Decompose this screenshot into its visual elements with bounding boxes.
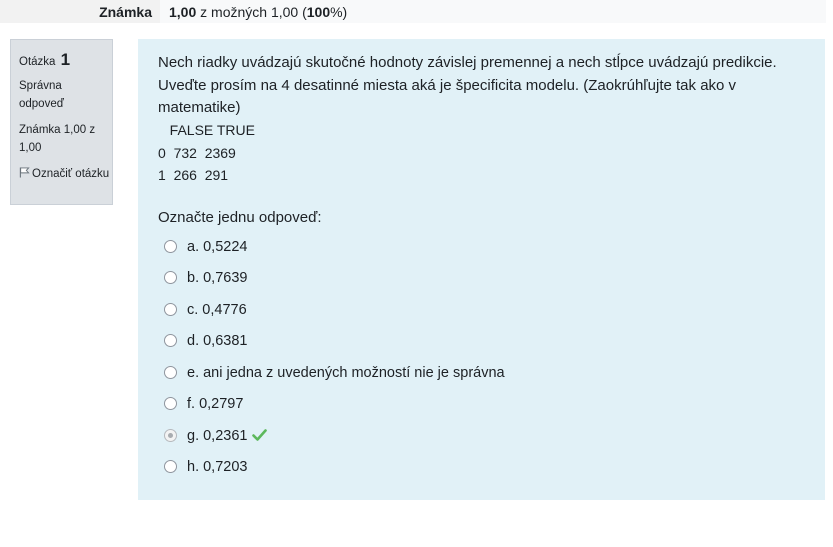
answer-option-label: d. 0,6381 bbox=[187, 333, 248, 349]
radio-button[interactable] bbox=[164, 334, 177, 347]
flag-question-link[interactable]: Označiť otázku bbox=[19, 165, 111, 183]
matrix-header-row: FALSE TRUE bbox=[158, 122, 255, 138]
grade-label: Známka bbox=[99, 4, 152, 20]
question-content: Nech riadky uvádzajú skutočné hodnoty zá… bbox=[138, 39, 825, 500]
grade-percent-suffix: %) bbox=[330, 4, 348, 20]
question-word: Otázka bbox=[19, 56, 56, 68]
flag-question-label: Označiť otázku bbox=[32, 168, 110, 180]
answer-prompt: Označte jednu odpoveď: bbox=[158, 209, 322, 226]
grade-score: 1,00 bbox=[169, 4, 197, 20]
radio-button[interactable] bbox=[164, 460, 177, 473]
radio-button[interactable] bbox=[164, 303, 177, 316]
grade-summary-row: Známka 1,00 z možných 1,00 (100%) bbox=[0, 0, 826, 23]
answer-option-label: a. 0,5224 bbox=[187, 239, 248, 255]
grade-label-cell: Známka bbox=[0, 0, 160, 23]
answer-option-label: h. 0,7203 bbox=[187, 459, 248, 475]
grade-max-text: z možných 1,00 ( bbox=[196, 4, 307, 20]
radio-button[interactable] bbox=[164, 240, 177, 253]
question-number: Otázka 1 bbox=[19, 50, 70, 70]
question-state: Správna odpoveď bbox=[19, 80, 64, 110]
checkmark-icon bbox=[252, 429, 268, 441]
answer-option-label-wrap: g. 0,2361 bbox=[187, 428, 268, 444]
question-grade: Známka 1,00 z 1,00 bbox=[19, 124, 96, 154]
question-info-panel: Otázka 1 Správna odpoveď Známka 1,00 z 1… bbox=[10, 39, 113, 205]
flag-icon bbox=[19, 167, 30, 178]
answer-option-label: g. 0,2361 bbox=[187, 428, 248, 444]
answer-option-label: c. 0,4776 bbox=[187, 302, 247, 318]
question-number-value: 1 bbox=[60, 50, 71, 69]
radio-button[interactable] bbox=[164, 271, 177, 284]
matrix-row-1: 1 266 291 bbox=[158, 167, 229, 183]
question-text: Nech riadky uvádzajú skutočné hodnoty zá… bbox=[158, 54, 777, 116]
matrix-row-0: 0 732 2369 bbox=[158, 144, 236, 161]
answer-option-label: b. 0,7639 bbox=[187, 270, 248, 286]
radio-button-selected[interactable] bbox=[164, 429, 177, 442]
confusion-matrix: FALSE TRUE 0 732 2369 1 266 291 bbox=[158, 119, 255, 187]
answer-option-label: f. 0,2797 bbox=[187, 396, 244, 412]
answer-option-label: e. ani jedna z uvedených možností nie je… bbox=[187, 365, 505, 381]
radio-button[interactable] bbox=[164, 397, 177, 410]
grade-percent: 100 bbox=[306, 4, 331, 20]
grade-value: 1,00 z možných 1,00 (100%) bbox=[169, 4, 347, 20]
radio-button[interactable] bbox=[164, 366, 177, 379]
